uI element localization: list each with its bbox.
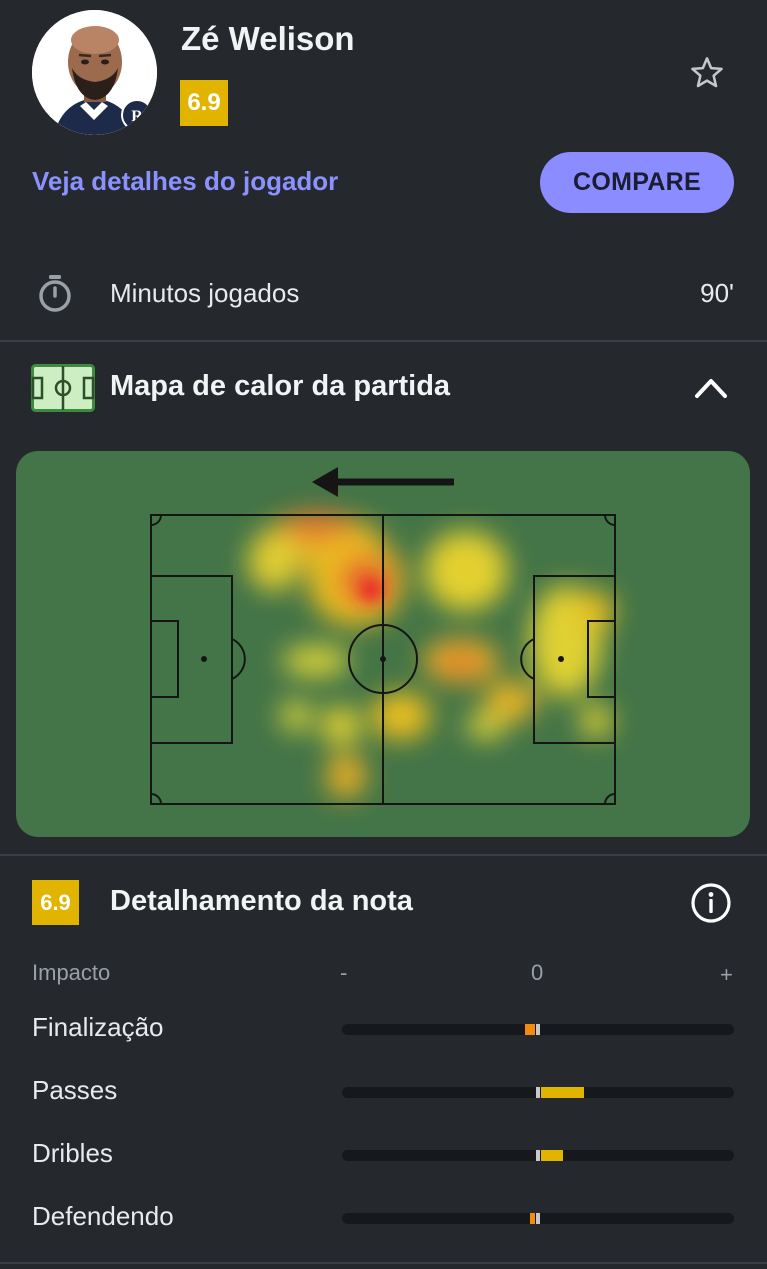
metric-label: Dribles: [32, 1138, 113, 1168]
player-name: Zé Welison: [181, 20, 355, 57]
metric-label: Defendendo: [32, 1201, 174, 1231]
minutes-played-value: 90': [700, 278, 734, 308]
player-details-link[interactable]: Veja detalhes do jogador: [32, 166, 338, 197]
metric-row: Defendendo: [0, 1197, 767, 1241]
heatmap-title: Mapa de calor da partida: [110, 370, 451, 402]
favorite-star-icon[interactable]: [688, 54, 726, 92]
compare-button[interactable]: COMPARE: [540, 152, 734, 213]
metric-impact-fill: [525, 1024, 535, 1035]
scale-zero-label: 0: [531, 960, 544, 985]
player-match-panel: R Zé Welison 6.9 Veja detalhes do jogado…: [0, 0, 767, 1269]
breakdown-title: Detalhamento da nota: [110, 885, 413, 917]
impact-label: Impacto: [32, 960, 111, 985]
pitch-icon: [31, 364, 95, 412]
metric-zero-marker: [536, 1150, 540, 1161]
metric-impact-bar: [342, 1087, 734, 1098]
player-rating-badge: 6.9: [180, 80, 228, 126]
metric-impact-bar: [342, 1024, 734, 1035]
metric-row: Dribles: [0, 1134, 767, 1178]
collapse-chevron-up-icon[interactable]: [692, 370, 730, 402]
section-divider: [0, 340, 767, 342]
metric-zero-marker: [536, 1213, 540, 1224]
section-divider: [0, 1262, 767, 1264]
scale-plus-label: +: [720, 962, 733, 987]
breakdown-rating-badge: 6.9: [32, 880, 79, 925]
heat-hotspot: [359, 578, 383, 602]
player-avatar: R: [32, 10, 157, 135]
metric-impact-fill: [530, 1213, 535, 1224]
metric-impact-bar: [342, 1150, 734, 1161]
minutes-played-label: Minutos jogados: [110, 278, 300, 308]
metric-zero-marker: [536, 1024, 540, 1035]
metric-label: Finalização: [32, 1012, 164, 1042]
metric-row: Passes: [0, 1071, 767, 1115]
metric-label: Passes: [32, 1075, 118, 1105]
section-divider: [0, 854, 767, 856]
metric-zero-marker: [536, 1087, 540, 1098]
metric-impact-fill: [541, 1150, 563, 1161]
metric-impact-bar: [342, 1213, 734, 1224]
stopwatch-icon: [39, 275, 71, 312]
info-icon[interactable]: [690, 882, 732, 924]
scale-minus-label: -: [340, 960, 348, 985]
match-heatmap: [16, 451, 750, 837]
metric-impact-fill: [541, 1087, 585, 1098]
metric-row: Finalização: [0, 1008, 767, 1052]
attack-direction-arrow-icon: [312, 467, 454, 497]
minutes-played-row: Minutos jogados 90': [0, 260, 767, 324]
heat-zones: [248, 512, 614, 798]
svg-text:R: R: [131, 108, 143, 125]
